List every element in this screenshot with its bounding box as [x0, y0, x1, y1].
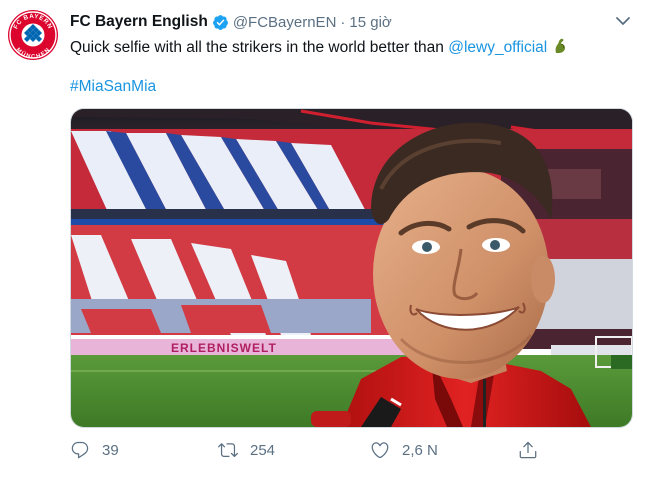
tweet-header: FC Bayern English @FCBayernEN · 15 giờ: [70, 12, 392, 32]
selfie-photo-image: ERLEBNISWELT: [71, 109, 632, 427]
retweet-icon: [218, 443, 238, 458]
share-icon: [519, 441, 537, 459]
separator-dot: ·: [340, 13, 346, 31]
tweet-text-body: Quick selfie with all the strikers in th…: [70, 39, 449, 56]
share-button[interactable]: [518, 440, 538, 460]
reply-icon: [71, 441, 89, 459]
tweet-photo[interactable]: ERLEBNISWELT: [70, 108, 633, 428]
hashtag-link[interactable]: #MiaSanMia: [70, 78, 156, 95]
tweet-actions: 39 254 2,6 N: [0, 440, 650, 468]
tweet: FC BAYERN MÜNCHEN FC Bayern English @FCB…: [0, 0, 650, 481]
like-count: 2,6 N: [402, 441, 438, 459]
tweet-text: Quick selfie with all the strikers in th…: [70, 37, 567, 57]
chevron-down-icon[interactable]: [614, 14, 632, 28]
handle[interactable]: @FCBayernEN: [233, 14, 337, 31]
reply-button[interactable]: 39: [70, 440, 119, 460]
ad-board-text: ERLEBNISWELT: [171, 341, 277, 355]
timestamp[interactable]: 15 giờ: [349, 14, 391, 31]
display-name[interactable]: FC Bayern English: [70, 13, 208, 31]
mention-link[interactable]: @lewy_official: [448, 39, 547, 56]
hashtag-line: #MiaSanMia: [70, 78, 156, 96]
retweet-button[interactable]: 254: [218, 440, 275, 460]
retweet-count: 254: [250, 441, 276, 459]
verified-badge-icon: [212, 14, 228, 30]
reply-count: 39: [102, 441, 119, 459]
flexed-biceps-emoji-icon: [555, 38, 566, 53]
avatar[interactable]: FC BAYERN MÜNCHEN: [8, 10, 58, 60]
heart-icon: [371, 442, 389, 459]
like-button[interactable]: 2,6 N: [370, 440, 438, 460]
